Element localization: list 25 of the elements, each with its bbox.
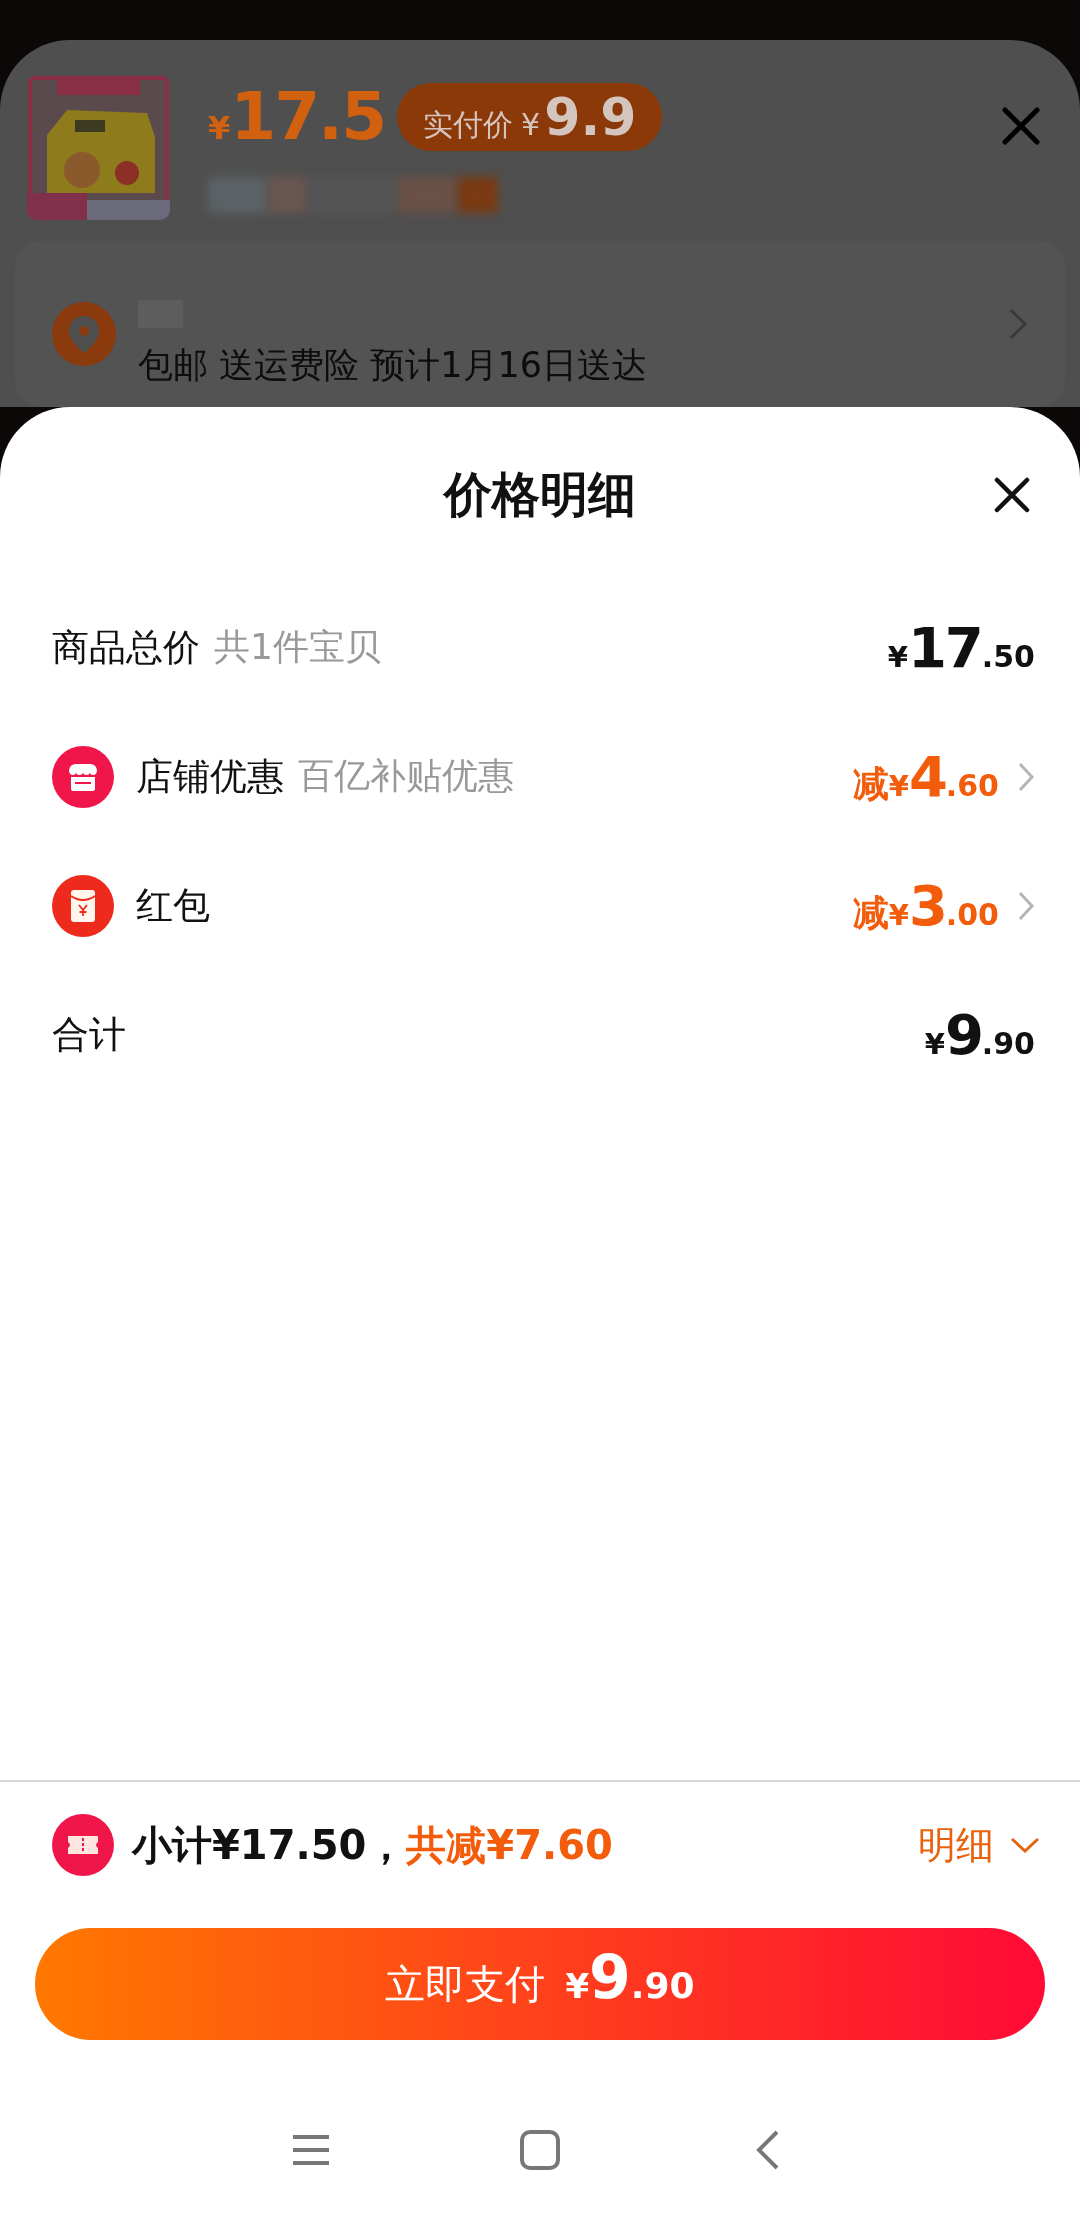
subtotal-text: 小计¥17.50， <box>132 1820 407 1870</box>
close-icon[interactable] <box>994 477 1030 513</box>
price-amount: ¥17.50 <box>887 615 1035 680</box>
location-pin-icon <box>52 302 116 366</box>
row-label: 合计 <box>52 1011 126 1058</box>
detail-toggle[interactable]: 明细 <box>918 1819 1040 1871</box>
price-amount: ¥9.90 <box>924 1002 1035 1067</box>
store-icon <box>52 745 114 808</box>
row-label: 店铺优惠 <box>136 753 284 800</box>
row-label: 商品总价 <box>52 624 200 671</box>
actual-price-badge: 实付价 ¥9.9 <box>397 82 663 151</box>
delivery-info: 包邮 送运费险 预计1月16日送达 <box>138 343 649 387</box>
home-icon[interactable] <box>518 2128 562 2172</box>
discount-amount: 减¥3.00 <box>852 873 999 938</box>
row-label: 红包 <box>136 882 210 929</box>
product-price: ¥17.5 <box>208 78 386 155</box>
ticket-icon <box>52 1814 114 1876</box>
row-note: 共1件宝贝 <box>214 625 381 669</box>
pay-now-button[interactable]: 立即支付 ¥9.90 <box>35 1928 1045 2040</box>
chevron-down-icon <box>1010 1836 1040 1854</box>
envelope-icon <box>52 874 114 937</box>
sheet-title: 价格明细 <box>444 465 636 524</box>
row-note: 百亿补贴优惠 <box>298 754 514 798</box>
total-reduction: 共减¥7.60 <box>406 1820 613 1870</box>
discount-amount: 减¥4.60 <box>852 744 999 809</box>
